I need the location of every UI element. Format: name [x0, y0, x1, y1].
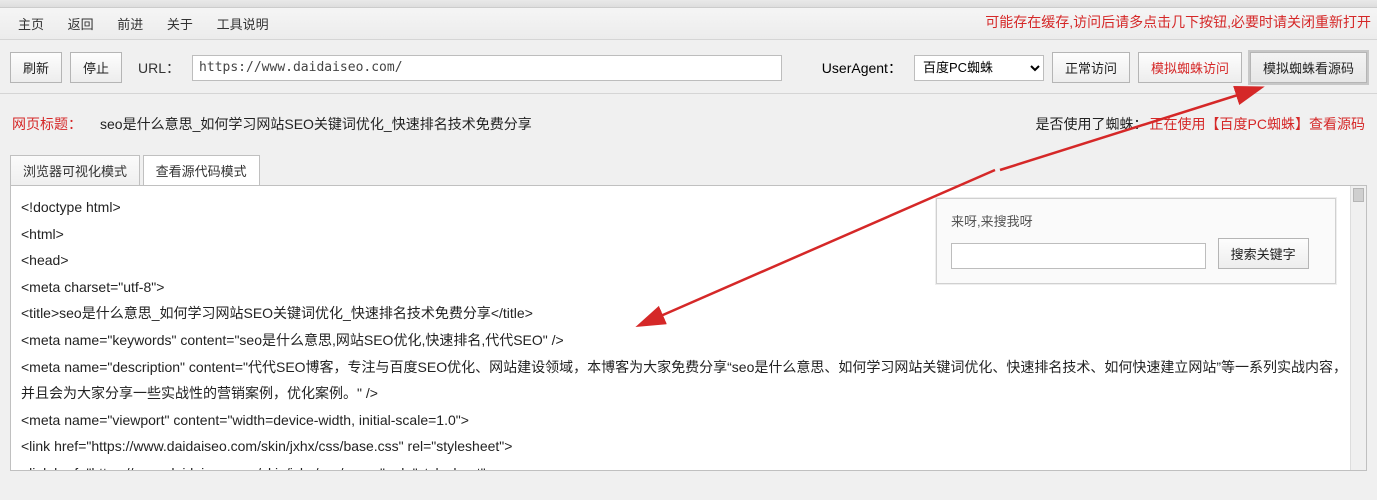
url-label: URL：: [130, 58, 184, 78]
useragent-select[interactable]: 百度PC蜘蛛: [914, 55, 1044, 81]
tab-visual-mode[interactable]: 浏览器可视化模式: [10, 155, 140, 186]
menu-about[interactable]: 关于: [157, 12, 203, 35]
search-panel: 来呀,来搜我呀 搜索关键字: [936, 198, 1336, 284]
spider-status-label: 是否使用了蜘蛛：: [1036, 114, 1148, 134]
useragent-label: UserAgent：: [822, 58, 906, 78]
tab-source-mode[interactable]: 查看源代码模式: [143, 155, 260, 186]
source-line: <meta name="keywords" content="seo是什么意思,…: [21, 327, 1356, 354]
stop-button[interactable]: 停止: [70, 52, 122, 83]
mode-tabs: 浏览器可视化模式 查看源代码模式: [0, 154, 1377, 185]
window-title-bar: [0, 0, 1377, 8]
normal-visit-button[interactable]: 正常访问: [1052, 52, 1130, 83]
toolbar: 刷新 停止 URL： UserAgent： 百度PC蜘蛛 正常访问 模拟蜘蛛访问…: [0, 40, 1377, 94]
spider-source-button[interactable]: 模拟蜘蛛看源码: [1250, 52, 1367, 83]
spider-visit-button[interactable]: 模拟蜘蛛访问: [1138, 52, 1242, 83]
cache-hint: 可能存在缓存,访问后请多点击几下按钮,必要时请关闭重新打开: [985, 12, 1371, 32]
source-line: <link href="https://www.daidaiseo.com/sk…: [21, 433, 1356, 460]
page-title-label: 网页标题：: [12, 114, 82, 134]
url-input[interactable]: [192, 55, 782, 81]
source-line: <link href="https://www.daidaiseo.com/sk…: [21, 460, 1356, 471]
scrollbar[interactable]: [1350, 186, 1366, 470]
search-input[interactable]: [951, 243, 1206, 269]
menu-home[interactable]: 主页: [8, 12, 54, 35]
menu-forward[interactable]: 前进: [107, 12, 153, 35]
menu-tool-desc[interactable]: 工具说明: [207, 12, 279, 35]
search-button[interactable]: 搜索关键字: [1218, 238, 1309, 269]
source-panel: 来呀,来搜我呀 搜索关键字 <!doctype html><html><head…: [10, 185, 1367, 471]
page-title-value: seo是什么意思_如何学习网站SEO关键词优化_快速排名技术免费分享: [100, 114, 532, 134]
menu-back[interactable]: 返回: [58, 12, 104, 35]
source-line: <meta name="viewport" content="width=dev…: [21, 407, 1356, 434]
search-placeholder-text: 来呀,来搜我呀: [951, 211, 1321, 230]
menu-bar: 主页 返回 前进 关于 工具说明 可能存在缓存,访问后请多点击几下按钮,必要时请…: [0, 8, 1377, 40]
source-line: <meta name="description" content="代代SEO博…: [21, 354, 1356, 407]
scroll-thumb[interactable]: [1353, 188, 1364, 202]
spider-status-value: 正在使用【百度PC蜘蛛】查看源码: [1150, 114, 1365, 134]
refresh-button[interactable]: 刷新: [10, 52, 62, 83]
info-row: 网页标题： seo是什么意思_如何学习网站SEO关键词优化_快速排名技术免费分享…: [0, 94, 1377, 154]
source-line: <title>seo是什么意思_如何学习网站SEO关键词优化_快速排名技术免费分…: [21, 300, 1356, 327]
